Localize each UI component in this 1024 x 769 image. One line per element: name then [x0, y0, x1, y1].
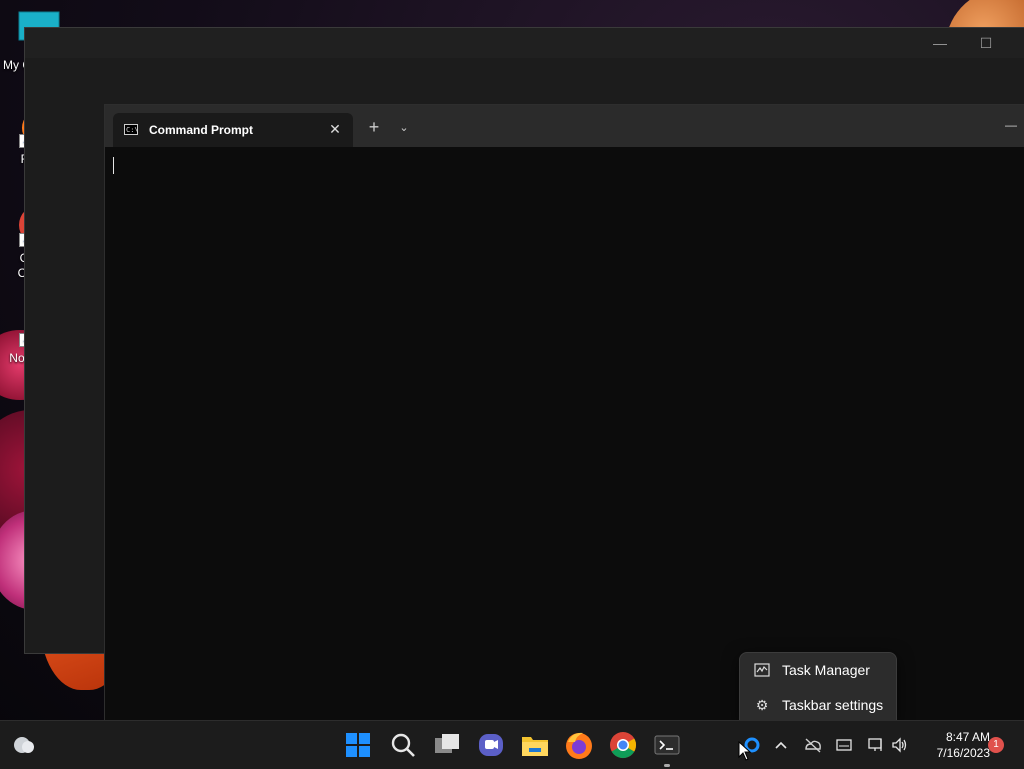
network-icon[interactable] [866, 735, 886, 755]
menu-item-taskbar-settings[interactable]: ⚙ Taskbar settings [744, 690, 892, 720]
terminal-taskbar-icon[interactable] [651, 729, 683, 767]
new-tab-button[interactable]: + [363, 117, 385, 139]
chrome-taskbar-icon[interactable] [607, 729, 639, 761]
taskbar-clock[interactable]: 8:47 AM 7/16/2023 [918, 729, 990, 761]
task-manager-icon [754, 662, 770, 678]
firefox-taskbar-icon[interactable] [563, 729, 595, 761]
search-icon[interactable] [387, 729, 419, 761]
clock-time: 8:47 AM [945, 730, 990, 744]
volume-icon[interactable] [890, 735, 910, 755]
menu-item-label: Taskbar settings [782, 697, 884, 713]
chevron-up-icon[interactable] [771, 735, 791, 755]
tab-title: Command Prompt [149, 123, 254, 137]
maximize-button[interactable]: ☐ [963, 28, 1009, 58]
clock-date: 7/16/2023 [936, 746, 990, 760]
start-button[interactable] [342, 729, 374, 761]
teams-chat-icon[interactable] [475, 729, 507, 761]
running-indicator [664, 764, 670, 767]
notification-badge[interactable]: 1 [988, 737, 1004, 753]
task-view-icon[interactable] [431, 729, 463, 761]
text-cursor [113, 157, 114, 174]
menu-item-task-manager[interactable]: Task Manager [744, 655, 892, 685]
widgets-weather-icon[interactable] [8, 729, 40, 761]
terminal-output-area[interactable] [105, 147, 1024, 720]
taskbar-context-menu: Task Manager ⚙ Taskbar settings [739, 652, 897, 722]
mouse-pointer-icon [738, 741, 752, 761]
tab-close-button[interactable]: ✕ [325, 119, 345, 139]
tab-command-prompt[interactable]: C:\ Command Prompt ✕ [113, 113, 353, 147]
keyboard-layout-icon[interactable] [834, 735, 854, 755]
terminal-tab-bar[interactable]: C:\ Command Prompt ✕ + ⌄ — [105, 105, 1024, 147]
minimize-button[interactable]: — [917, 28, 963, 58]
file-explorer-icon[interactable] [519, 729, 551, 761]
taskbar: 8:47 AM 7/16/2023 1 [0, 720, 1024, 769]
cmd-icon: C:\ [124, 124, 139, 135]
tab-dropdown-button[interactable]: ⌄ [393, 117, 415, 139]
terminal-minimize-button[interactable]: — [1005, 115, 1024, 135]
onedrive-offline-icon[interactable] [803, 735, 823, 755]
menu-item-label: Task Manager [782, 662, 870, 678]
gear-icon: ⚙ [755, 697, 769, 713]
background-window-titlebar[interactable]: — ☐ [25, 28, 1024, 58]
terminal-window[interactable]: C:\ Command Prompt ✕ + ⌄ — [104, 104, 1024, 720]
